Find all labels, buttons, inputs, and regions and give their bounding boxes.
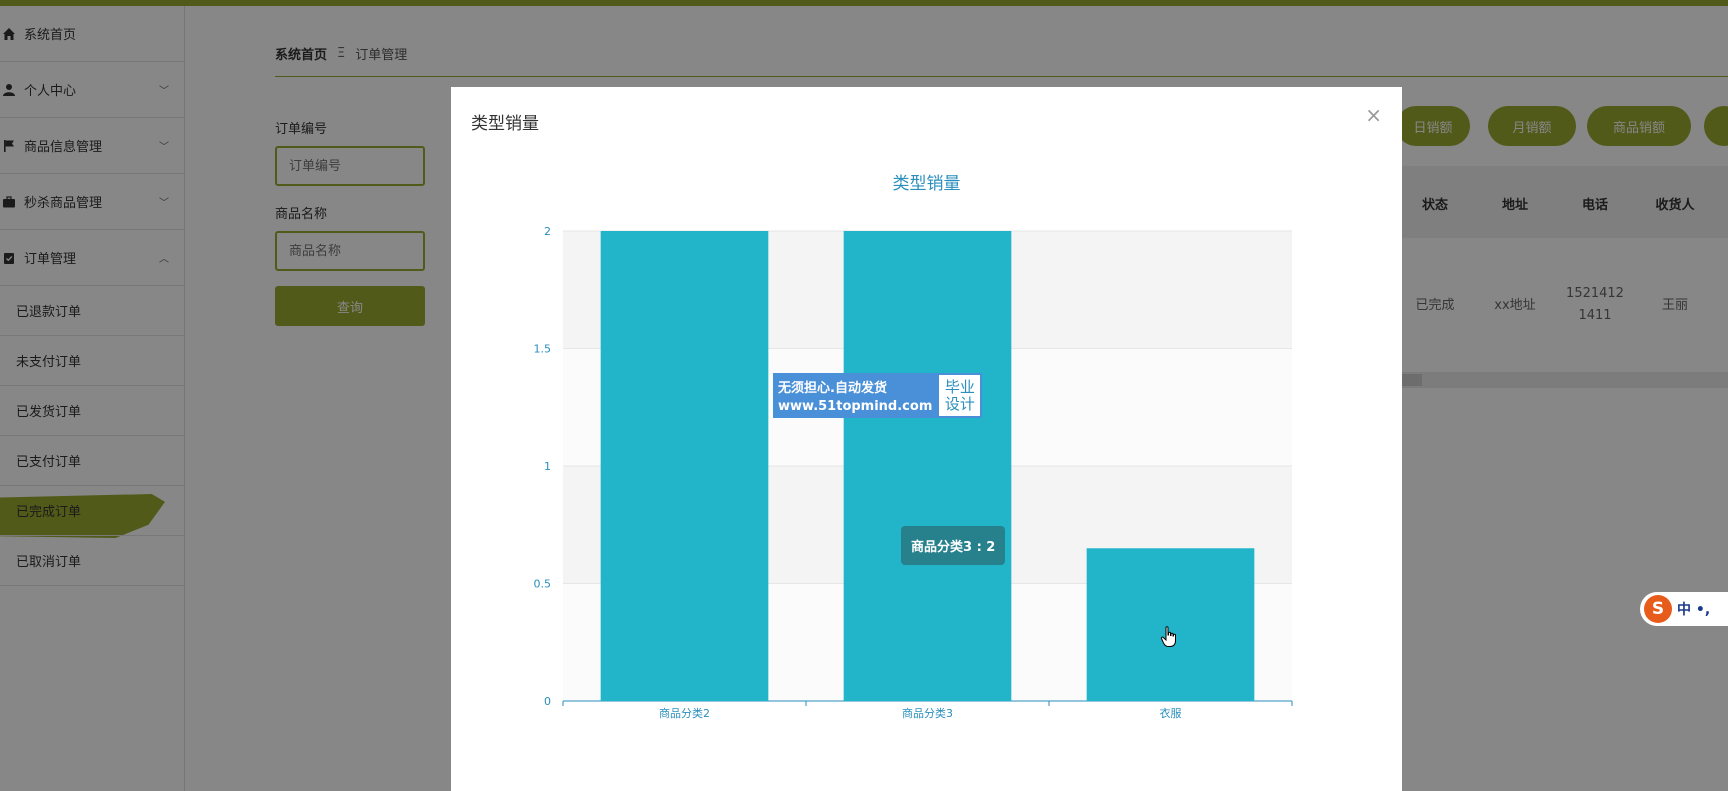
x-tick-label: 商品分类2: [659, 706, 710, 720]
bar: [600, 231, 769, 701]
y-tick-label: 1.5: [534, 343, 552, 356]
bar: [1086, 548, 1255, 701]
ime-label: 中 •,: [1677, 602, 1711, 618]
y-tick-label: 0.5: [534, 578, 552, 591]
watermark: 无须担心.自动发货 www.51topmind.com 毕业 设计: [773, 373, 983, 418]
watermark-right-1: 毕业: [944, 377, 975, 396]
y-tick-label: 0: [544, 695, 551, 708]
chart-modal: 类型销量 × 类型销量 0 0.5 1 1.5 2 商品分类2 商品分类3 衣服 无须担心.自…: [451, 87, 1402, 791]
bar-chart: 0 0.5 1 1.5 2 商品分类2 商品分类3 衣服: [534, 225, 1293, 720]
sogou-logo-icon: S: [1644, 595, 1672, 623]
x-tick-label: 衣服: [1160, 706, 1182, 720]
x-tick-label: 商品分类3: [902, 706, 953, 720]
y-tick-label: 1: [544, 460, 551, 473]
watermark-line-1: 无须担心.自动发货: [778, 381, 887, 396]
watermark-line-2: www.51topmind.com: [778, 399, 933, 414]
bar: [843, 231, 1012, 701]
watermark-right-2: 设计: [944, 394, 975, 413]
chart-tooltip: 商品分类3 : 2: [901, 526, 1006, 565]
hand-cursor-icon: [1160, 626, 1176, 647]
ime-indicator[interactable]: S 中 •,: [1640, 592, 1728, 626]
y-tick-label: 2: [544, 225, 551, 238]
